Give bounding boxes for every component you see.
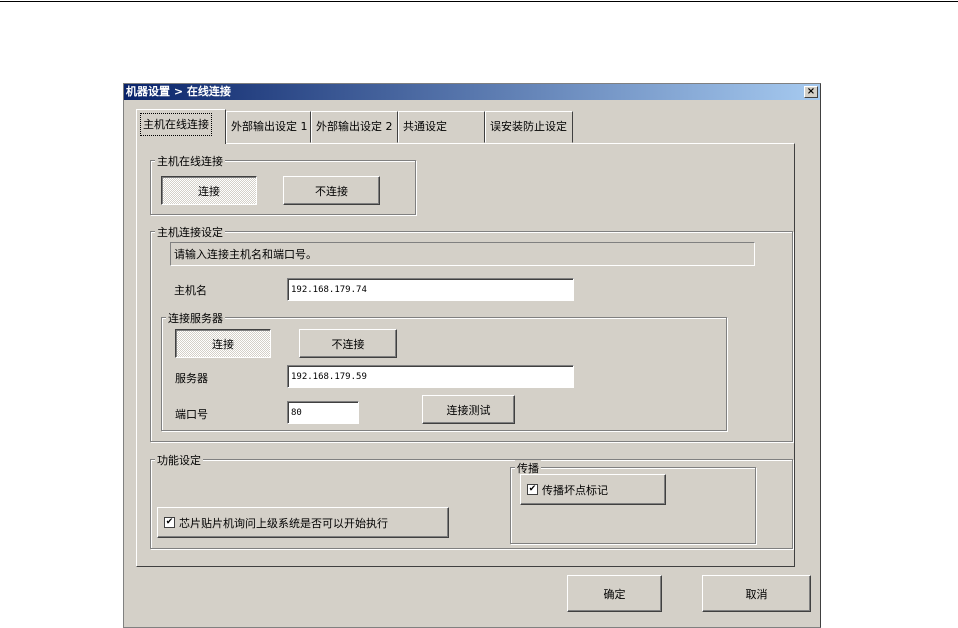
tab-external-output-1[interactable]: 外部输出设定 1 xyxy=(226,111,311,143)
propagate-group: 传播 ✔ 传播坏点标记 xyxy=(510,460,756,544)
tab-misinstall-prevention[interactable]: 误安装防止设定 xyxy=(485,111,573,143)
tab-common-settings[interactable]: 共通设定 xyxy=(398,111,485,143)
chip-mounter-query-checkbox[interactable]: ✔ 芯片贴片机询问上级系统是否可以开始执行 xyxy=(157,507,449,538)
host-name-input[interactable]: 192.168.179.74 xyxy=(287,278,574,301)
settings-dialog: 机器设置 > 在线连接 × 主机在线连接 外部输出设定 1 外部输出设定 2 共… xyxy=(123,83,821,628)
host-name-label: 主机名 xyxy=(174,284,207,297)
propagate-bad-mark-checkbox[interactable]: ✔ 传播坏点标记 xyxy=(520,474,666,505)
close-button[interactable]: × xyxy=(804,86,818,98)
tab-external-output-2[interactable]: 外部输出设定 2 xyxy=(311,111,398,143)
server-input[interactable]: 192.168.179.59 xyxy=(287,365,574,388)
group-legend: 主机在线连接 xyxy=(155,153,225,169)
host-connect-button[interactable]: 连接 xyxy=(161,176,257,205)
server-connect-button[interactable]: 连接 xyxy=(175,329,271,358)
checkbox-label: 芯片贴片机询问上级系统是否可以开始执行 xyxy=(179,516,388,530)
checkbox-checked-icon: ✔ xyxy=(527,484,538,495)
tab-label: 误安装防止设定 xyxy=(490,120,567,133)
connection-test-button[interactable]: 连接测试 xyxy=(422,395,515,424)
function-settings-group: 功能设定 ✔ 芯片贴片机询问上级系统是否可以开始执行 传播 ✔ 传播坏点标记 xyxy=(150,452,793,549)
title-bar: 机器设置 > 在线连接 × xyxy=(124,84,820,100)
host-settings-group: 主机连接设定 请输入连接主机名和端口号。 主机名 192.168.179.74 … xyxy=(150,224,793,442)
port-input[interactable]: 80 xyxy=(287,401,359,424)
server-group: 连接服务器 连接 不连接 服务器 192.168.179.59 端口号 80 连… xyxy=(161,310,727,431)
cancel-button[interactable]: 取消 xyxy=(702,575,811,612)
tab-label: 共通设定 xyxy=(403,120,447,133)
group-legend: 主机连接设定 xyxy=(155,224,225,240)
group-legend: 功能设定 xyxy=(155,452,203,468)
host-online-group: 主机在线连接 连接 不连接 xyxy=(150,153,416,215)
server-label: 服务器 xyxy=(175,372,208,385)
info-message: 请输入连接主机名和端口号。 xyxy=(170,242,755,266)
tab-label: 外部输出设定 2 xyxy=(316,120,393,133)
tab-panel: 主机在线连接 连接 不连接 主机连接设定 请输入连接主机名和端口号。 主机名 1… xyxy=(136,143,795,567)
server-disconnect-button[interactable]: 不连接 xyxy=(299,329,397,358)
tab-label: 外部输出设定 1 xyxy=(231,120,308,133)
group-legend: 连接服务器 xyxy=(166,310,225,326)
checkbox-checked-icon: ✔ xyxy=(164,517,175,528)
checkbox-label: 传播坏点标记 xyxy=(542,483,608,497)
tab-host-online[interactable]: 主机在线连接 xyxy=(136,109,226,144)
tab-label: 主机在线连接 xyxy=(140,113,212,136)
top-rule xyxy=(0,1,958,2)
ok-button[interactable]: 确定 xyxy=(567,575,662,612)
window-title: 机器设置 > 在线连接 xyxy=(126,85,231,98)
host-disconnect-button[interactable]: 不连接 xyxy=(283,176,380,205)
port-label: 端口号 xyxy=(175,408,208,421)
